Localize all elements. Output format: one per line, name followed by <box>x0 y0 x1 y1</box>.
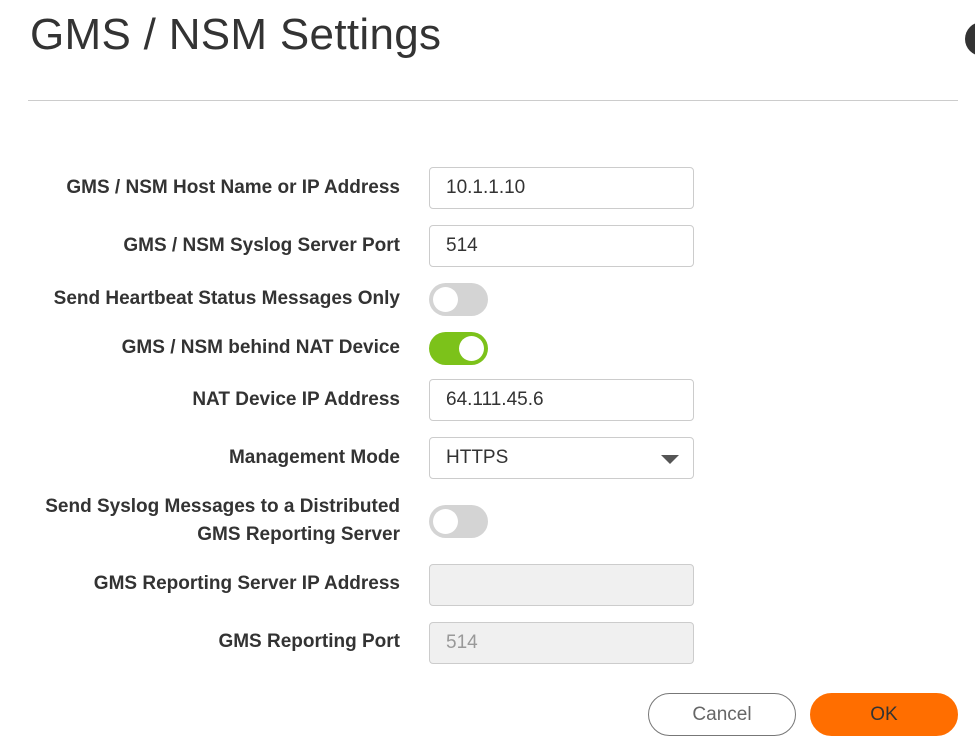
syslog-port-label: GMS / NSM Syslog Server Port <box>123 235 400 256</box>
reporting-port-input: 514 <box>429 622 694 664</box>
syslog-port-input[interactable]: 514 <box>429 225 694 267</box>
distributed-label-line2: GMS Reporting Server <box>197 524 400 545</box>
toggle-knob <box>433 509 458 534</box>
reporting-ip-label: GMS Reporting Server IP Address <box>93 573 400 594</box>
heartbeat-toggle[interactable] <box>429 283 488 316</box>
heartbeat-label: Send Heartbeat Status Messages Only <box>53 288 400 309</box>
cancel-button[interactable]: Cancel <box>648 693 796 736</box>
distributed-label-line1: Send Syslog Messages to a Distributed <box>45 496 400 517</box>
reporting-port-label: GMS Reporting Port <box>218 631 400 652</box>
behind-nat-toggle[interactable] <box>429 332 488 365</box>
chevron-down-icon <box>661 455 679 464</box>
toggle-knob <box>459 336 484 361</box>
close-icon[interactable] <box>965 22 975 56</box>
host-label: GMS / NSM Host Name or IP Address <box>66 177 400 198</box>
distributed-toggle[interactable] <box>429 505 488 538</box>
toggle-knob <box>433 287 458 312</box>
divider <box>28 100 958 101</box>
ok-button[interactable]: OK <box>810 693 958 736</box>
nat-ip-label: NAT Device IP Address <box>192 389 400 410</box>
nat-ip-input[interactable]: 64.111.45.6 <box>429 379 694 421</box>
page-title: GMS / NSM Settings <box>30 10 442 59</box>
mode-label: Management Mode <box>228 447 400 468</box>
behind-nat-label: GMS / NSM behind NAT Device <box>121 337 400 358</box>
host-input[interactable]: 10.1.1.10 <box>429 167 694 209</box>
mode-select[interactable]: HTTPS <box>429 437 694 479</box>
reporting-ip-input <box>429 564 694 606</box>
mode-value: HTTPS <box>446 447 509 468</box>
